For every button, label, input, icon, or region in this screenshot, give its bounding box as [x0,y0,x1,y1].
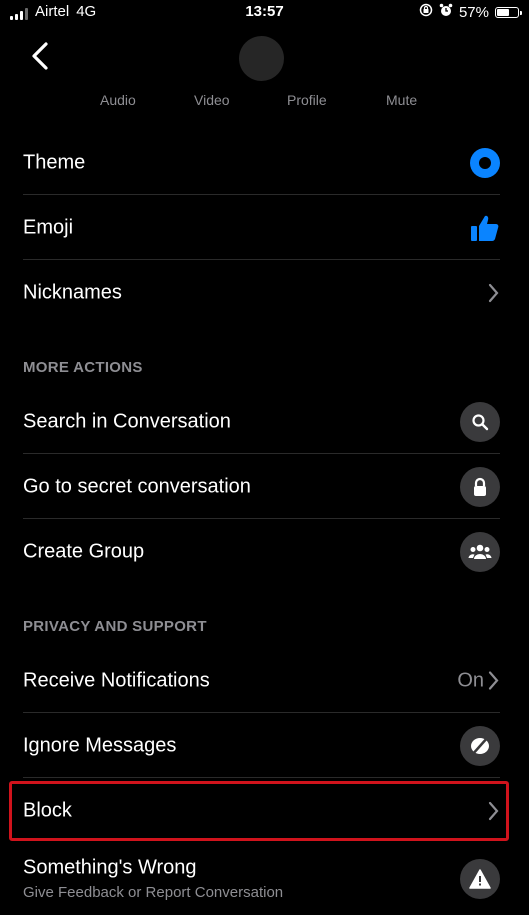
create-group-row[interactable]: Create Group [23,520,500,584]
group-icon [460,532,500,572]
block-row[interactable]: Block [23,779,500,843]
back-button[interactable] [28,40,52,72]
ignore-icon [460,725,500,766]
theme-label: Theme [23,151,86,173]
somethings-wrong-label: Something's Wrong [23,856,197,879]
status-bar: Airtel 4G 13:57 57% [0,0,529,24]
receive-notifications-row[interactable]: Receive Notifications On [23,649,500,713]
header-actions: Audio Video Profile Mute [0,92,529,112]
notifications-label: Receive Notifications [23,669,210,691]
secret-label: Go to secret conversation [23,475,251,497]
emoji-row[interactable]: Emoji [23,196,500,260]
chevron-left-icon [32,42,48,70]
alarm-icon [439,3,453,21]
battery-icon [495,6,522,18]
audio-action[interactable]: Audio [100,92,136,108]
chevron-right-icon [488,801,499,821]
ignore-label: Ignore Messages [23,734,177,756]
search-label: Search in Conversation [23,410,231,432]
warning-icon [460,859,500,899]
orientation-lock-icon [419,3,433,21]
ignore-messages-row[interactable]: Ignore Messages [23,714,500,778]
somethings-wrong-row[interactable]: Something's Wrong Give Feedback or Repor… [23,846,500,912]
chevron-right-icon [488,283,499,303]
avatar[interactable] [239,36,284,81]
block-label: Block [23,799,72,822]
emoji-label: Emoji [23,216,74,238]
video-action[interactable]: Video [194,92,230,108]
thumbs-up-icon [471,215,499,241]
nicknames-row[interactable]: Nicknames [23,261,500,325]
privacy-support-heading: PRIVACY AND SUPPORT [23,618,207,635]
battery-percent: 57% [458,3,489,21]
somethings-wrong-subtitle: Give Feedback or Report Conversation [23,884,284,901]
secret-conversation-row[interactable]: Go to secret conversation [23,455,500,519]
profile-action[interactable]: Profile [287,92,327,108]
theme-icon [470,147,500,178]
notifications-value: On [457,669,484,691]
mute-action[interactable]: Mute [386,92,417,108]
theme-row[interactable]: Theme [23,131,500,195]
more-actions-heading: MORE ACTIONS [23,359,143,376]
search-conversation-row[interactable]: Search in Conversation [23,390,500,454]
search-icon [460,401,500,442]
create-group-label: Create Group [23,540,145,563]
lock-icon [460,466,500,507]
nicknames-label: Nicknames [23,281,122,304]
chevron-right-icon [488,671,499,690]
